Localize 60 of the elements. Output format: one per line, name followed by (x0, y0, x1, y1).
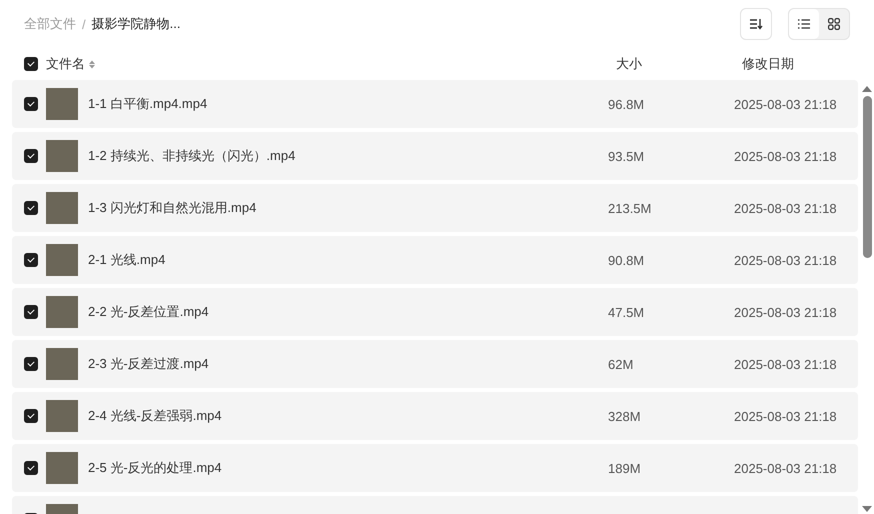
breadcrumb-separator: / (82, 16, 86, 32)
file-size: 90.8M (608, 252, 646, 268)
file-row[interactable]: 1-1 白平衡.mp4.mp4 96.8M 2025-08-03 21:18 (12, 80, 858, 128)
file-row[interactable]: 1-2 持续光、非持续光（闪光）.mp4 93.5M 2025-08-03 21:18 (12, 132, 858, 180)
file-name: 2-1 光线.mp4 (88, 251, 166, 269)
file-size: 213.5M (608, 200, 652, 216)
list-icon (798, 19, 810, 29)
grid-icon (828, 18, 840, 30)
file-row[interactable]: 1-3 闪光灯和自然光混用.mp4 213.5M 2025-08-03 21:18 (12, 184, 858, 232)
modified-date: 2025-08-03 21:18 (734, 96, 838, 112)
file-name: 1-1 白平衡.mp4.mp4 (88, 95, 208, 113)
column-header: 大小 (615, 55, 643, 73)
file-name: 1-3 闪光灯和自然光混用.mp4 (88, 199, 258, 217)
video-thumbnail (46, 140, 78, 172)
video-thumbnail (46, 296, 78, 328)
row-checkbox[interactable] (24, 201, 38, 215)
file-size: 189M (608, 460, 642, 476)
video-thumbnail (46, 192, 78, 224)
file-row[interactable]: 2-1 光线.mp4 90.8M 2025-08-03 21:18 (12, 236, 858, 284)
video-thumbnail (46, 452, 78, 484)
file-row[interactable]: 2-4 光线-反差强弱.mp4 328M 2025-08-03 21:18 (12, 392, 858, 440)
column-header[interactable]: 文件名 (46, 55, 85, 73)
video-thumbnail (46, 244, 78, 276)
breadcrumb-item[interactable]: 摄影学院静物... (92, 15, 180, 33)
modified-date: 2025-08-03 21:18 (734, 200, 838, 216)
modified-date: 2025-08-03 21:18 (734, 304, 838, 320)
row-checkbox[interactable] (24, 461, 38, 475)
row-checkbox[interactable] (24, 253, 38, 267)
row-checkbox[interactable] (24, 357, 38, 371)
row-checkbox[interactable] (24, 149, 38, 163)
row-checkbox[interactable] (24, 305, 38, 319)
video-thumbnail (46, 348, 78, 380)
file-row[interactable]: 2-5 光-反光的处理.mp4 189M 2025-08-03 21:18 (12, 444, 858, 492)
file-name: 2-5 光-反光的处理.mp4 (88, 459, 223, 477)
modified-date: 2025-08-03 21:18 (734, 148, 838, 164)
file-size: 93.5M (608, 148, 646, 164)
file-name: 1-2 持续光、非持续光（闪光）.mp4 (88, 147, 296, 165)
file-size: 47.5M (608, 304, 646, 320)
sort-button[interactable] (740, 8, 772, 40)
sort-arrows-icon[interactable] (89, 60, 95, 68)
file-name: 2-3 光-反差过渡.mp4 (88, 355, 210, 373)
list-view-button[interactable] (789, 9, 819, 39)
row-checkbox[interactable] (24, 409, 38, 423)
select-all-checkbox[interactable] (24, 57, 38, 71)
video-thumbnail (46, 88, 78, 120)
file-row[interactable]: 2-2 光-反差位置.mp4 47.5M 2025-08-03 21:18 (12, 288, 858, 336)
modified-date: 2025-08-03 21:18 (734, 408, 838, 424)
column-header: 修改日期 (741, 55, 795, 73)
sort-icon (749, 18, 763, 30)
file-size: 96.8M (608, 96, 646, 112)
video-thumbnail (46, 400, 78, 432)
modified-date: 2025-08-03 21:18 (734, 460, 838, 476)
file-row[interactable]: 2-3 光-反差过渡.mp4 62M 2025-08-03 21:18 (12, 340, 858, 388)
file-size: 62M (608, 356, 634, 372)
file-name: 2-4 光线-反差强弱.mp4 (88, 407, 223, 425)
file-name: 2-2 光-反差位置.mp4 (88, 303, 210, 321)
modified-date: 2025-08-03 21:18 (734, 252, 838, 268)
file-size: 328M (608, 408, 642, 424)
row-checkbox[interactable] (24, 97, 38, 111)
modified-date: 2025-08-03 21:18 (734, 356, 838, 372)
